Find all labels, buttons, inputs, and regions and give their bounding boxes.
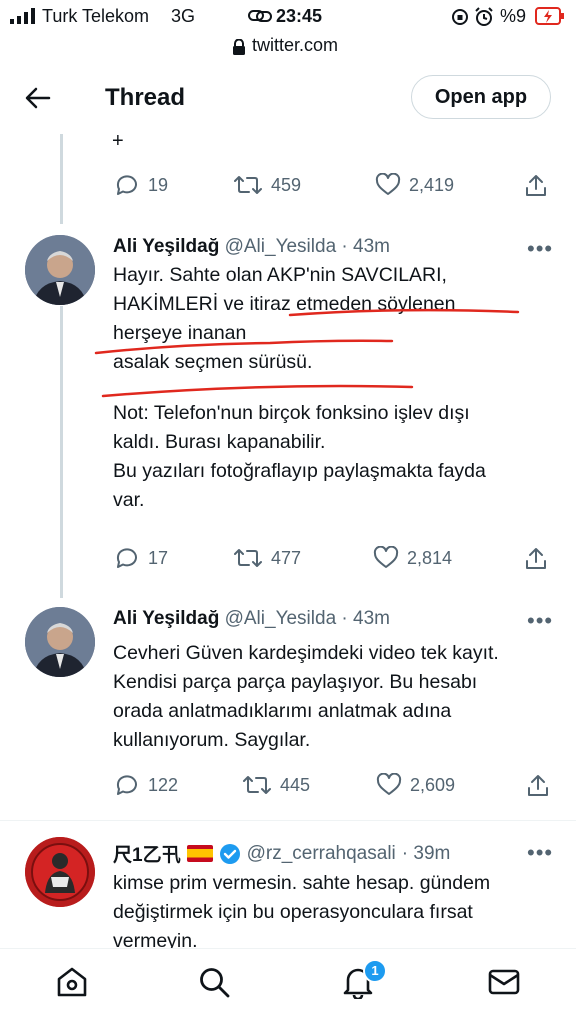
like-count: 2,609 <box>410 774 456 795</box>
thread-header: Thread Open app <box>0 62 576 134</box>
share-icon[interactable] <box>524 173 548 199</box>
avatar[interactable] <box>25 607 95 677</box>
bottom-navigation: 1 <box>0 948 576 1025</box>
like-count: 2,814 <box>407 547 453 568</box>
more-options-icon[interactable]: ••• <box>527 840 553 866</box>
red-underline-annotations <box>94 308 520 398</box>
tweet-time[interactable]: · 43m <box>341 608 390 629</box>
reply-count: 122 <box>148 774 179 795</box>
retweet-button[interactable]: 459 <box>233 173 301 197</box>
like-button[interactable]: 2,814 <box>373 546 452 570</box>
tweet-line: var. <box>113 489 145 511</box>
tweet-actions-0: 19 459 2,419 <box>0 173 576 203</box>
tweet-actions-2: 122 445 2,609 <box>0 773 576 803</box>
tweet-line: Bu yazıları fotoğraflayıp paylaşmakta fa… <box>113 460 486 482</box>
tweet-3[interactable]: 尺1乙卂 @rz_cerrahqasali · 39m ••• kimse pr… <box>0 821 576 948</box>
author-handle[interactable]: @Ali_Yesilda <box>225 608 337 629</box>
tweet-line: orada anlatmadıklarımı anlatmak adına <box>113 700 452 722</box>
heart-icon <box>376 773 402 795</box>
tweet-line: kimse prim vermesin. sahte hesap. gündem <box>113 872 491 894</box>
tweet-line: kaldı. Burası kapanabilir. <box>113 431 326 453</box>
author-name[interactable]: 尺1乙卂 <box>113 840 181 867</box>
retweet-icon <box>234 176 262 194</box>
avatar[interactable] <box>25 837 95 907</box>
signal-strength-icon <box>10 8 35 24</box>
spain-flag-icon <box>186 845 213 862</box>
more-options-icon[interactable]: ••• <box>527 608 553 634</box>
tweet-body: kimse prim vermesin. sahte hesap. gündem… <box>113 869 558 948</box>
search-icon[interactable] <box>197 965 231 999</box>
reply-button[interactable]: 122 <box>114 773 178 797</box>
tweet-header: Ali Yeşildağ @Ali_Yesilda · 43m <box>113 608 390 630</box>
avatar-photo <box>25 837 95 907</box>
retweet-count: 477 <box>271 547 302 568</box>
clock: 23:45 <box>276 6 323 26</box>
open-app-button[interactable]: Open app <box>411 75 551 119</box>
page-title: Thread <box>105 84 186 111</box>
url-text: twitter.com <box>252 35 339 55</box>
retweet-count: 445 <box>280 774 311 795</box>
avatar-photo <box>25 607 95 677</box>
tweet-line: vermeyin. <box>113 930 198 948</box>
like-count: 2,419 <box>409 174 455 195</box>
retweet-button[interactable]: 477 <box>233 546 301 570</box>
battery-percent: %9 <box>500 6 527 26</box>
home-icon[interactable] <box>55 965 89 999</box>
battery-icon <box>535 7 564 25</box>
lock-icon <box>233 39 245 55</box>
retweet-button[interactable]: 445 <box>242 773 310 797</box>
retweet-icon <box>243 776 271 794</box>
tweet-actions-1: 17 477 2,814 <box>0 546 576 576</box>
reply-button[interactable]: 19 <box>114 173 168 197</box>
address-bar[interactable]: twitter.com <box>0 32 576 60</box>
tweet-text-fragment: + <box>112 130 124 152</box>
author-name[interactable]: Ali Yeşildağ <box>113 608 219 629</box>
tweet-line: değiştirmek için bu operasyonculara fırs… <box>113 901 473 923</box>
reply-icon <box>116 175 137 195</box>
like-button[interactable]: 2,419 <box>375 173 454 197</box>
tweet-time[interactable]: · 39m <box>402 843 451 865</box>
link-icon <box>248 10 272 22</box>
carrier-name: Turk Telekom <box>42 6 150 26</box>
tweet-line: Kendisi parça parça paylaşıyor. Bu hesab… <box>113 671 478 693</box>
tweet-body: Cevheri Güven kardeşimdeki video tek kay… <box>113 639 558 755</box>
tweet-line: kullanıyorum. Saygılar. <box>113 729 311 751</box>
reply-button[interactable]: 17 <box>114 546 168 570</box>
share-icon[interactable] <box>524 546 548 572</box>
reply-count: 17 <box>148 547 169 568</box>
heart-icon <box>375 173 401 195</box>
like-button[interactable]: 2,609 <box>376 773 455 797</box>
tweet-header: 尺1乙卂 @rz_cerrahqasali · 39m <box>113 840 450 867</box>
verified-badge-icon <box>219 843 240 864</box>
orientation-lock-icon <box>452 9 468 25</box>
heart-icon <box>373 546 399 568</box>
status-bar: Turk Telekom 3G 23:45 %9 <box>0 0 576 32</box>
network-type: 3G <box>171 6 196 26</box>
reply-icon <box>116 548 137 568</box>
retweet-count: 459 <box>271 174 302 195</box>
share-icon[interactable] <box>526 773 550 799</box>
messages-mail-icon[interactable] <box>487 965 521 999</box>
tweet-line: Cevheri Güven kardeşimdeki video tek kay… <box>113 642 499 664</box>
notification-count-badge: 1 <box>363 959 387 983</box>
reply-icon <box>116 775 137 795</box>
tweet-1[interactable]: Ali Yeşildağ @Ali_Yesilda · 43m ••• Hayı… <box>0 224 576 594</box>
reply-count: 19 <box>148 174 169 195</box>
alarm-icon <box>475 7 493 26</box>
back-arrow-icon[interactable] <box>24 84 52 112</box>
retweet-icon <box>234 549 262 567</box>
author-handle[interactable]: @rz_cerrahqasali <box>247 843 396 865</box>
